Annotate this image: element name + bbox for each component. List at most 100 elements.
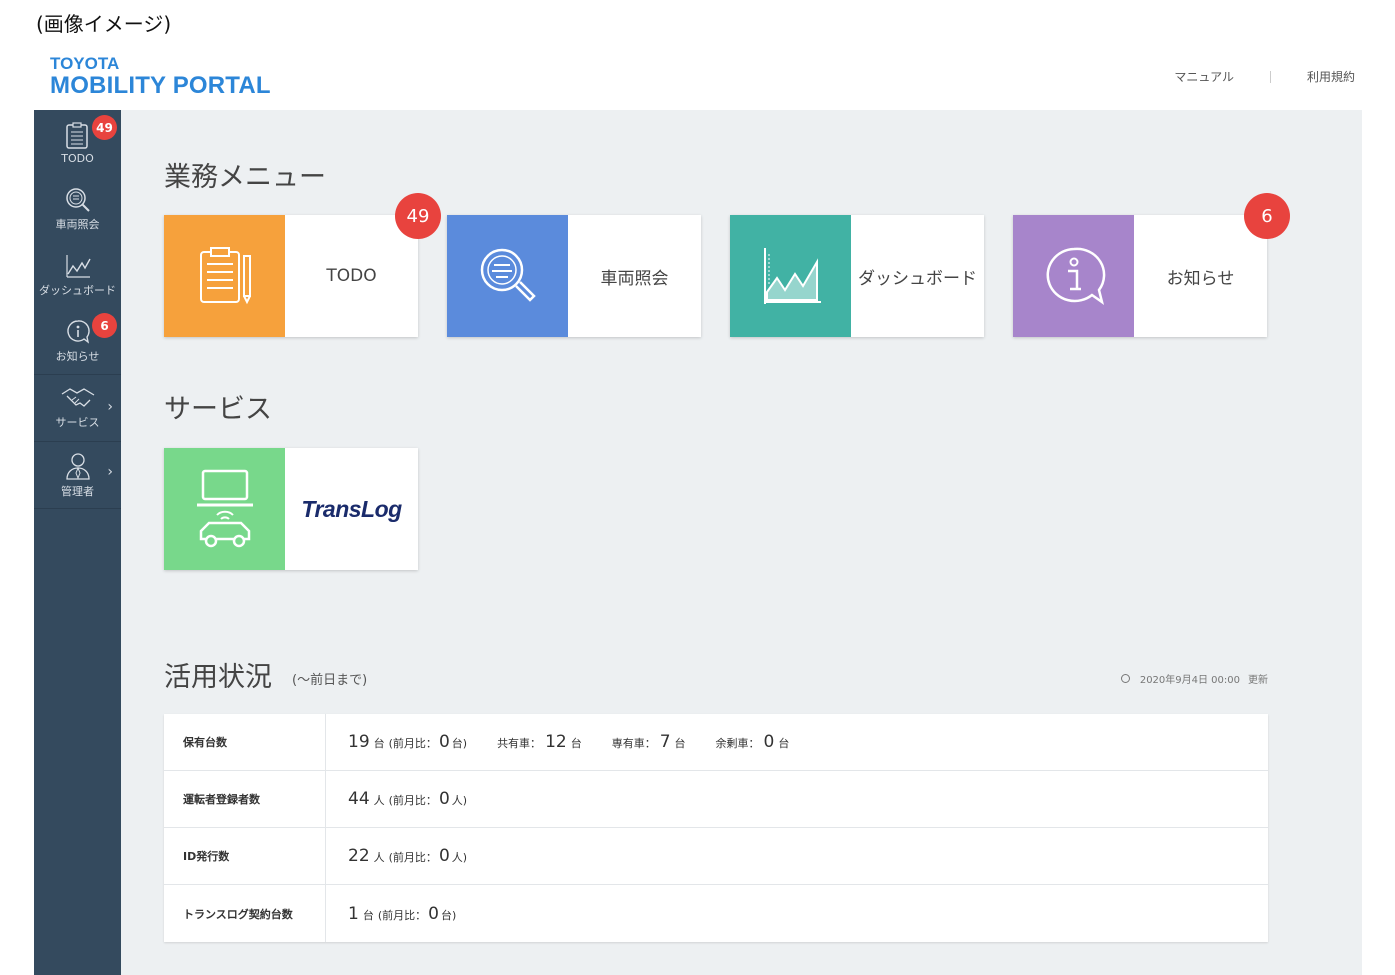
menu-card-vehicle-search[interactable]: 車両照会 bbox=[447, 215, 701, 337]
menu-card-notices[interactable]: お知らせ 6 bbox=[1013, 193, 1290, 337]
diff-unit: 台) bbox=[451, 737, 468, 750]
usage-table: 保有台数 19 台 (前月比： 0 台) 共有車： 12 台 専有車： 7 台 … bbox=[164, 714, 1268, 942]
sidebar-item-label: ダッシュボード bbox=[39, 284, 116, 297]
unit: 台 bbox=[373, 737, 385, 750]
shared-value: 12 bbox=[545, 732, 567, 752]
logo[interactable]: TOYOTA MOBILITY PORTAL bbox=[50, 55, 271, 98]
sidebar-item-notices[interactable]: お知らせ 6 bbox=[34, 308, 121, 374]
info-bubble-icon bbox=[1013, 215, 1134, 337]
unit: 人 bbox=[373, 851, 385, 864]
menu-card-label: ダッシュボード bbox=[858, 268, 977, 289]
value-group: 19 台 (前月比： 0 台) bbox=[348, 732, 467, 752]
sidebar-item-todo[interactable]: TODO 49 bbox=[34, 110, 121, 176]
sidebar-item-label: 管理者 bbox=[61, 485, 94, 498]
admin-person-icon bbox=[65, 453, 90, 480]
diff-value: 0 bbox=[438, 789, 450, 809]
table-row: トランスログ契約台数 1 台 (前月比： 0 台) bbox=[164, 885, 1268, 942]
menu-card-todo[interactable]: TODO 49 bbox=[164, 193, 441, 337]
owned-count: 19 bbox=[348, 732, 370, 752]
laptop-car-icon bbox=[164, 448, 285, 570]
sidebar-item-label: サービス bbox=[55, 416, 100, 429]
menu-card-label: TODO bbox=[326, 266, 377, 286]
sidebar-divider bbox=[34, 508, 121, 509]
todo-icon bbox=[164, 215, 285, 337]
todo-count-badge: 49 bbox=[395, 193, 441, 239]
table-row: 運転者登録者数 44 人 (前月比： 0 人) bbox=[164, 771, 1268, 828]
dedicated-group: 専有車： 7 台 bbox=[612, 732, 686, 752]
translog-logo: TransLog bbox=[285, 448, 418, 570]
value: 44 bbox=[348, 789, 370, 809]
unit: 台 bbox=[362, 908, 374, 922]
dedicated-label: 専有車： bbox=[611, 737, 656, 750]
diff-unit: 人) bbox=[451, 794, 468, 807]
terms-link[interactable]: 利用規約 bbox=[1307, 68, 1355, 85]
menu-card-label: お知らせ bbox=[1166, 268, 1235, 289]
todo-icon bbox=[65, 121, 88, 149]
row-label: トランスログ契約台数 bbox=[164, 885, 326, 942]
logo-line1: TOYOTA bbox=[50, 54, 120, 73]
diff-unit: 台) bbox=[440, 908, 457, 922]
surplus-label: 余剰車： bbox=[715, 737, 760, 750]
sidebar-item-label: お知らせ bbox=[55, 350, 100, 363]
todo-count-badge: 49 bbox=[92, 115, 117, 140]
table-row: ID発行数 22 人 (前月比： 0 人) bbox=[164, 828, 1268, 885]
dashboard-chart-icon bbox=[65, 255, 91, 278]
diff-value: 0 bbox=[438, 846, 450, 866]
surplus-group: 余剰車： 0 台 bbox=[716, 732, 790, 752]
usage-title: 活用状況 (〜前日まで) bbox=[164, 655, 367, 694]
vehicle-search-icon bbox=[447, 215, 568, 337]
sidebar-item-label: 車両照会 bbox=[55, 218, 100, 231]
updated-date: 2020年9月4日 00:00 bbox=[1139, 675, 1240, 686]
surplus-value: 0 bbox=[763, 732, 775, 752]
services-title: サービス bbox=[164, 394, 272, 425]
chevron-right-icon: › bbox=[107, 399, 113, 415]
unit: 台 bbox=[778, 737, 790, 750]
handshake-icon bbox=[61, 388, 94, 407]
usage-title-text: 活用状況 bbox=[164, 662, 272, 693]
menu-card-dashboard[interactable]: ダッシュボード bbox=[730, 215, 984, 337]
row-label: ID発行数 bbox=[164, 828, 326, 884]
shared-label: 共有車： bbox=[497, 737, 542, 750]
sidebar: TODO 49 車両照会 ダッシュボード お知らせ 6 サービス › 管理者 › bbox=[34, 110, 121, 975]
header-links: マニュアル 利用規約 bbox=[1174, 68, 1355, 85]
unit: 台 bbox=[570, 737, 582, 750]
notices-count-badge: 6 bbox=[92, 313, 117, 338]
diff-label: (前月比： bbox=[388, 851, 437, 864]
chevron-right-icon: › bbox=[107, 464, 113, 480]
row-value: 44 人 (前月比： 0 人) bbox=[326, 789, 467, 809]
diff-value: 0 bbox=[438, 732, 450, 752]
menu-title: 業務メニュー bbox=[164, 162, 326, 193]
dashboard-chart-icon bbox=[730, 215, 851, 337]
notices-count-badge: 6 bbox=[1244, 193, 1290, 239]
sidebar-item-label: TODO bbox=[61, 151, 94, 165]
manual-link[interactable]: マニュアル bbox=[1174, 68, 1234, 85]
diff-label: (前月比： bbox=[377, 908, 427, 922]
sidebar-item-services[interactable]: サービス › bbox=[34, 375, 121, 441]
diff-label: (前月比： bbox=[388, 737, 437, 750]
usage-subtitle: (〜前日まで) bbox=[292, 673, 368, 688]
dedicated-value: 7 bbox=[659, 732, 671, 752]
table-row: 保有台数 19 台 (前月比： 0 台) 共有車： 12 台 専有車： 7 台 … bbox=[164, 714, 1268, 771]
row-value: 22 人 (前月比： 0 人) bbox=[326, 846, 467, 866]
diff-value: 0 bbox=[428, 903, 439, 924]
row-label: 運転者登録者数 bbox=[164, 771, 326, 827]
sidebar-item-vehicle-search[interactable]: 車両照会 bbox=[34, 176, 121, 242]
row-value: 1 台 (前月比： 0 台) bbox=[326, 904, 456, 924]
service-card-translog[interactable]: TransLog bbox=[164, 448, 418, 570]
header-divider bbox=[1269, 70, 1271, 83]
value: 22 bbox=[348, 846, 370, 866]
diff-label: (前月比： bbox=[388, 794, 437, 807]
updated-label: 更新 bbox=[1248, 675, 1268, 686]
last-updated: 2020年9月4日 00:00 更新 bbox=[1120, 671, 1268, 686]
unit: 台 bbox=[674, 737, 686, 750]
unit: 人 bbox=[373, 794, 385, 807]
info-bubble-icon bbox=[66, 320, 90, 344]
translog-label: TransLog bbox=[301, 495, 402, 522]
sidebar-item-dashboard[interactable]: ダッシュボード bbox=[34, 242, 121, 308]
value: 1 bbox=[348, 903, 359, 924]
sidebar-item-admin[interactable]: 管理者 › bbox=[34, 442, 121, 508]
clock-icon bbox=[1120, 674, 1130, 683]
main-content: 業務メニュー TODO 49 車両照会 ダッシュボード お知らせ 6 サービス … bbox=[121, 110, 1362, 975]
row-value: 19 台 (前月比： 0 台) 共有車： 12 台 専有車： 7 台 余剰車： … bbox=[326, 732, 819, 752]
image-caption: (画像イメージ) bbox=[36, 12, 172, 36]
